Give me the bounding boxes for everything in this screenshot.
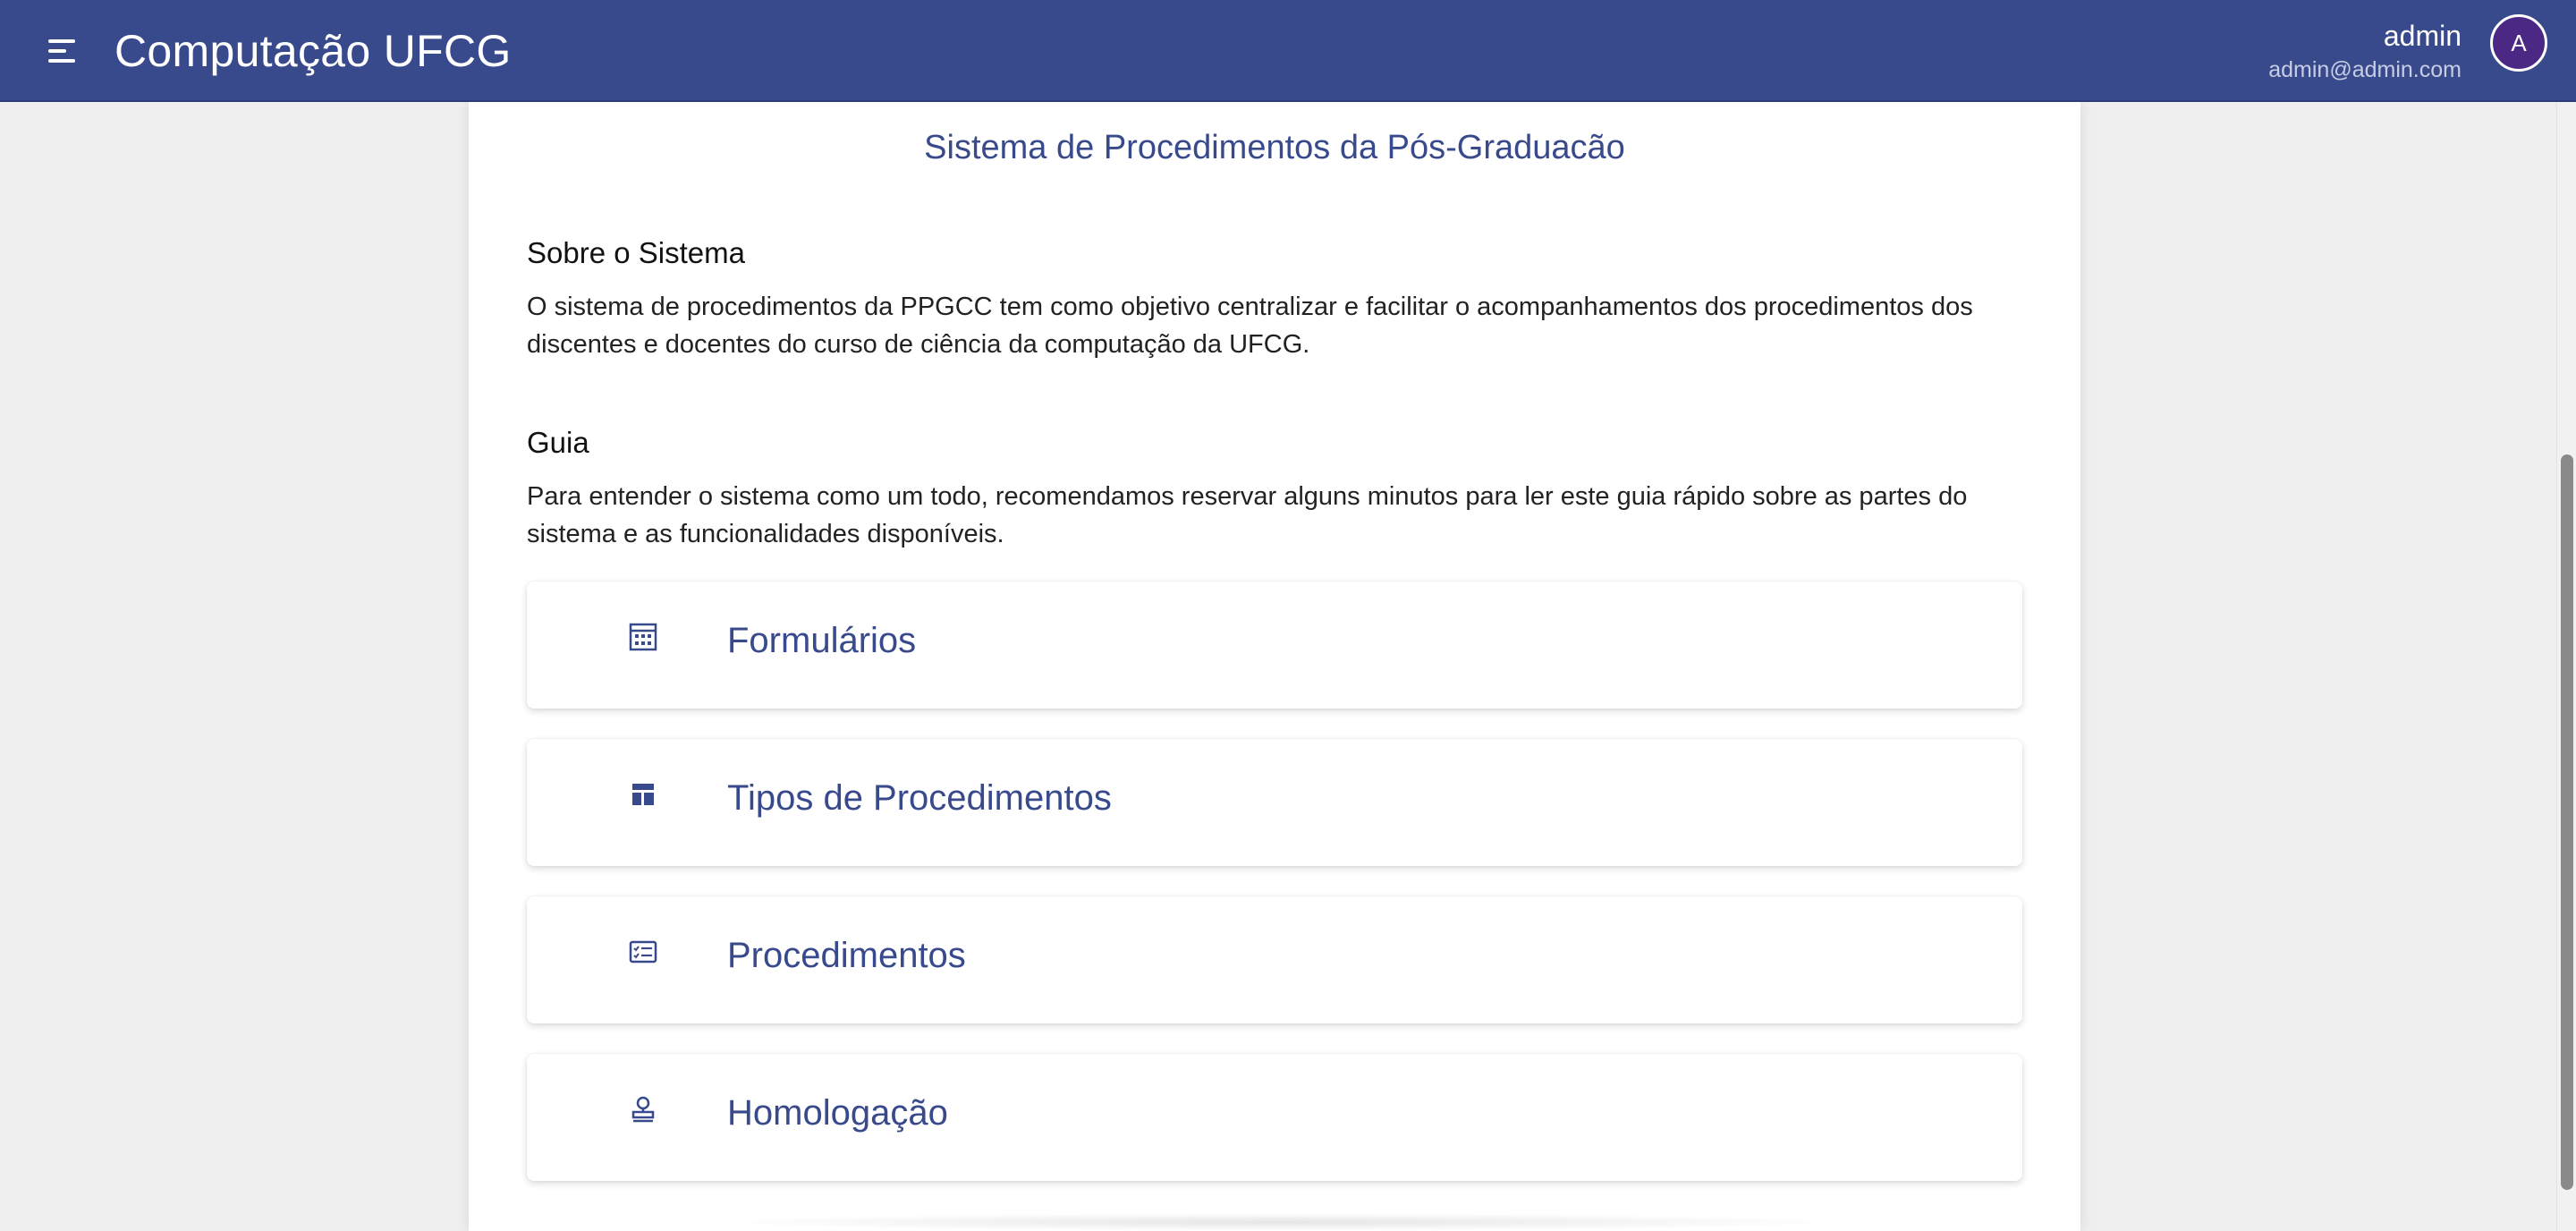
guide-card-tipos-de-procedimentos[interactable]: Tipos de Procedimentos bbox=[527, 739, 2022, 866]
guide-card-label: Tipos de Procedimentos bbox=[727, 778, 1112, 818]
menu-icon[interactable] bbox=[48, 36, 80, 66]
app-bar: Computação UFCG admin admin@admin.com A bbox=[0, 0, 2576, 102]
bottom-shadow bbox=[707, 1213, 1852, 1231]
avatar[interactable]: A bbox=[2490, 14, 2547, 72]
form-grid-icon bbox=[629, 623, 657, 651]
checklist-card-icon bbox=[629, 938, 657, 966]
user-info: admin admin@admin.com bbox=[2268, 18, 2462, 86]
user-name: admin bbox=[2383, 20, 2462, 52]
user-email: admin@admin.com bbox=[2268, 57, 2462, 82]
guide-card-label: Homologação bbox=[727, 1093, 948, 1133]
app-title: Computação UFCG bbox=[114, 26, 512, 76]
main-content: Sistema de Procedimentos da Pós-Graduacã… bbox=[469, 102, 2080, 1231]
guide-card-formularios[interactable]: Formulários bbox=[527, 582, 2022, 709]
guide-heading: Guia bbox=[527, 426, 589, 459]
scrollbar-thumb[interactable] bbox=[2561, 454, 2573, 1190]
about-text: O sistema de procedimentos da PPGCC tem … bbox=[527, 293, 1973, 359]
stamp-icon bbox=[629, 1095, 657, 1124]
about-heading: Sobre o Sistema bbox=[527, 236, 745, 269]
scrollbar[interactable] bbox=[2556, 102, 2576, 1231]
page-title: Sistema de Procedimentos da Pós-Graduacã… bbox=[924, 129, 1625, 166]
guide-card-label: Formulários bbox=[727, 621, 917, 660]
guide-card-label: Procedimentos bbox=[727, 936, 966, 975]
dashboard-icon bbox=[629, 780, 657, 809]
guide-text: Para entender o sistema como um todo, re… bbox=[527, 482, 1968, 548]
guide-card-procedimentos[interactable]: Procedimentos bbox=[527, 896, 2022, 1023]
guide-card-homologacao[interactable]: Homologação bbox=[527, 1054, 2022, 1181]
